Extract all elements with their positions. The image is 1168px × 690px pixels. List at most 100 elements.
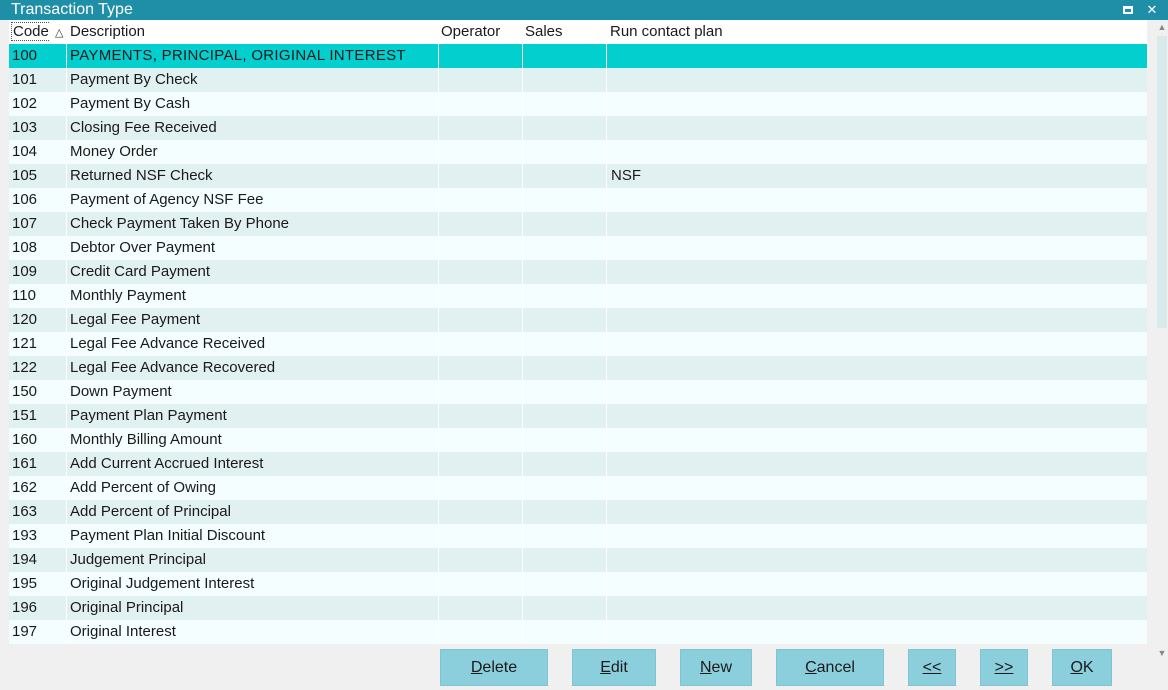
cell-description: Judgement Principal <box>67 548 439 572</box>
cell-run-contact-plan <box>607 548 1147 572</box>
cell-operator <box>439 572 523 596</box>
table-row[interactable]: 100 PAYMENTS, PRINCIPAL, ORIGINAL INTERES… <box>9 44 1147 68</box>
column-header-run-contact-plan[interactable]: Run contact plan <box>610 20 723 44</box>
cell-sales <box>523 356 607 380</box>
table-row[interactable]: 103 Closing Fee Received <box>9 116 1147 140</box>
scroll-up-icon[interactable]: ▲ <box>1157 22 1167 32</box>
new-button[interactable]: New <box>680 649 752 686</box>
cell-run-contact-plan <box>607 116 1147 140</box>
cell-code: 160 <box>9 428 67 452</box>
cell-run-contact-plan <box>607 380 1147 404</box>
table-row[interactable]: 195 Original Judgement Interest <box>9 572 1147 596</box>
cell-code: 110 <box>9 284 67 308</box>
vertical-scrollbar[interactable]: ▲ ▼ <box>1156 20 1168 664</box>
table-row[interactable]: 106 Payment of Agency NSF Fee <box>9 188 1147 212</box>
cell-run-contact-plan <box>607 44 1147 68</box>
edit-button[interactable]: Edit <box>572 649 656 686</box>
table-row[interactable]: 196 Original Principal <box>9 596 1147 620</box>
table-row[interactable]: 193 Payment Plan Initial Discount <box>9 524 1147 548</box>
scroll-down-icon[interactable]: ▼ <box>1157 648 1167 658</box>
cell-code: 109 <box>9 260 67 284</box>
cell-description: Monthly Payment <box>67 284 439 308</box>
cell-description: Payment By Check <box>67 68 439 92</box>
cell-operator <box>439 476 523 500</box>
table-row[interactable]: 163 Add Percent of Principal <box>9 500 1147 524</box>
previous-button[interactable]: << <box>908 649 956 686</box>
cell-description: Check Payment Taken By Phone <box>67 212 439 236</box>
column-header-code[interactable]: Code <box>11 20 49 44</box>
cell-description: Closing Fee Received <box>67 116 439 140</box>
cell-description: Add Percent of Owing <box>67 476 439 500</box>
ok-button-mnemonic: O <box>1070 659 1083 676</box>
window-maximize-icon[interactable] <box>1120 2 1136 18</box>
cell-code: 103 <box>9 116 67 140</box>
cell-description: Legal Fee Advance Recovered <box>67 356 439 380</box>
cell-description: Add Percent of Principal <box>67 500 439 524</box>
cell-sales <box>523 44 607 68</box>
cell-code: 105 <box>9 164 67 188</box>
cell-code: 120 <box>9 308 67 332</box>
table-body: 100 PAYMENTS, PRINCIPAL, ORIGINAL INTERES… <box>9 44 1147 644</box>
table-row[interactable]: 105 Returned NSF Check NSF <box>9 164 1147 188</box>
delete-button-label: elete <box>482 659 518 676</box>
new-button-label: ew <box>711 659 732 676</box>
cell-code: 195 <box>9 572 67 596</box>
cell-sales <box>523 92 607 116</box>
cell-sales <box>523 380 607 404</box>
table-row[interactable]: 162 Add Percent of Owing <box>9 476 1147 500</box>
cell-sales <box>523 188 607 212</box>
cell-sales <box>523 500 607 524</box>
cell-description: Add Current Accrued Interest <box>67 452 439 476</box>
cell-sales <box>523 548 607 572</box>
table-row[interactable]: 108 Debtor Over Payment <box>9 236 1147 260</box>
cell-description: Money Order <box>67 140 439 164</box>
column-header-operator[interactable]: Operator <box>441 20 500 44</box>
table-row[interactable]: 102 Payment By Cash <box>9 92 1147 116</box>
cell-description: Returned NSF Check <box>67 164 439 188</box>
new-button-mnemonic: N <box>699 659 712 676</box>
cell-operator <box>439 260 523 284</box>
table-row[interactable]: 120 Legal Fee Payment <box>9 308 1147 332</box>
table-row[interactable]: 101 Payment By Check <box>9 68 1147 92</box>
scrollbar-thumb[interactable] <box>1157 36 1167 328</box>
edit-button-mnemonic: E <box>600 659 611 676</box>
cell-operator <box>439 596 523 620</box>
column-header-description[interactable]: Description <box>70 20 145 44</box>
cancel-button[interactable]: Cancel <box>776 649 884 686</box>
cell-sales <box>523 140 607 164</box>
cell-description: Legal Fee Advance Received <box>67 332 439 356</box>
cell-sales <box>523 212 607 236</box>
table-row[interactable]: 151 Payment Plan Payment <box>9 404 1147 428</box>
table-row[interactable]: 160 Monthly Billing Amount <box>9 428 1147 452</box>
table-row[interactable]: 121 Legal Fee Advance Received <box>9 332 1147 356</box>
cell-code: 106 <box>9 188 67 212</box>
cell-operator <box>439 164 523 188</box>
table-row[interactable]: 197 Original Interest <box>9 620 1147 644</box>
cell-run-contact-plan <box>607 92 1147 116</box>
table-row[interactable]: 150 Down Payment <box>9 380 1147 404</box>
cell-code: 194 <box>9 548 67 572</box>
delete-button-mnemonic: D <box>470 659 483 676</box>
cell-sales <box>523 260 607 284</box>
cell-operator <box>439 308 523 332</box>
cell-run-contact-plan <box>607 596 1147 620</box>
ok-button[interactable]: OK <box>1052 649 1112 686</box>
table-row[interactable]: 107 Check Payment Taken By Phone <box>9 212 1147 236</box>
cell-operator <box>439 212 523 236</box>
next-button[interactable]: >> <box>980 649 1028 686</box>
cell-operator <box>439 356 523 380</box>
cell-sales <box>523 164 607 188</box>
table-row[interactable]: 104 Money Order <box>9 140 1147 164</box>
table-row[interactable]: 194 Judgement Principal <box>9 548 1147 572</box>
table-row[interactable]: 122 Legal Fee Advance Recovered <box>9 356 1147 380</box>
table-row[interactable]: 109 Credit Card Payment <box>9 260 1147 284</box>
cell-operator <box>439 548 523 572</box>
cell-code: 108 <box>9 236 67 260</box>
cell-sales <box>523 452 607 476</box>
table-row[interactable]: 161 Add Current Accrued Interest <box>9 452 1147 476</box>
delete-button[interactable]: Delete <box>440 649 548 686</box>
close-icon[interactable]: ✕ <box>1144 2 1160 18</box>
cell-code: 100 <box>9 44 67 68</box>
column-header-sales[interactable]: Sales <box>525 20 563 44</box>
table-row[interactable]: 110 Monthly Payment <box>9 284 1147 308</box>
